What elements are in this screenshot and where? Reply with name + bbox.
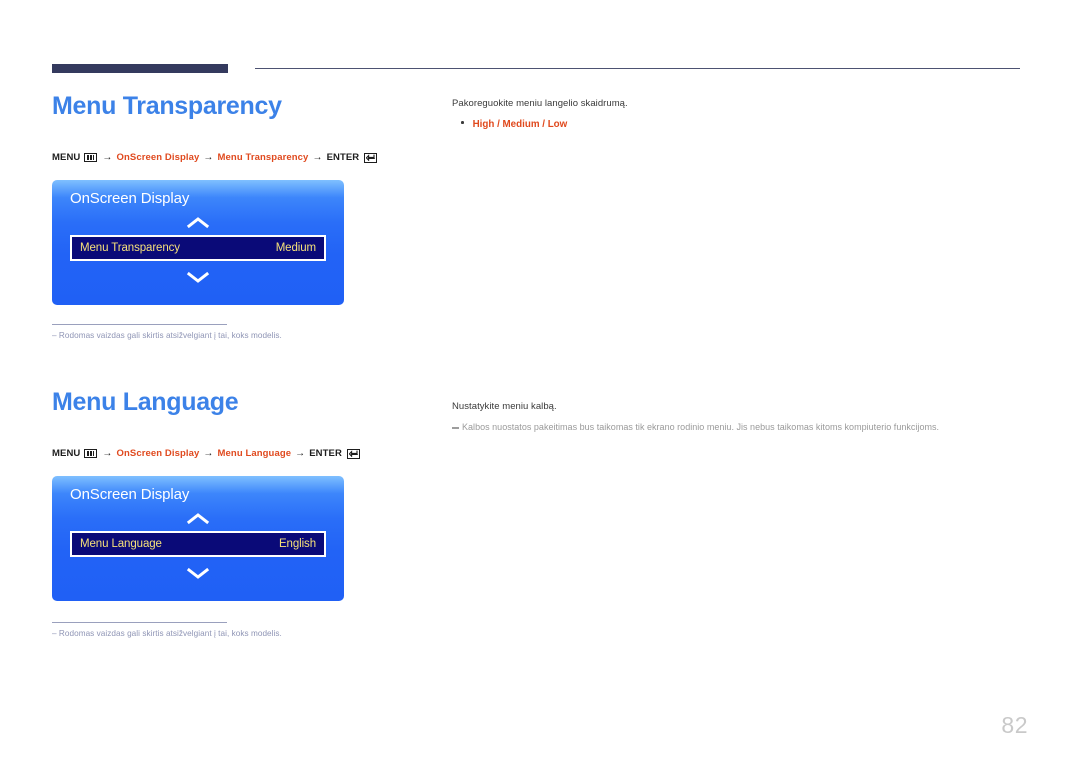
- breadcrumb-item-onscreen-display: OnScreen Display: [116, 152, 200, 163]
- footnote-transparency: ‒ Rodomas vaizdas gali skirtis atsižvelg…: [52, 324, 282, 340]
- description-text: Pakoreguokite meniu langelio skaidrumą.: [452, 98, 628, 109]
- osd-panel-transparency: OnScreen Display Menu Transparency Mediu…: [52, 180, 344, 305]
- breadcrumb-arrow-2: →: [203, 152, 214, 163]
- chevron-down-icon[interactable]: [52, 567, 344, 580]
- header-rule: [52, 64, 1020, 74]
- breadcrumb-arrow-2: →: [203, 448, 214, 459]
- right-column-transparency: Pakoreguokite meniu langelio skaidrumą. …: [452, 98, 628, 130]
- options-values: High / Medium / Low: [472, 119, 568, 130]
- note-row: Kalbos nuostatos pakeitimas bus taikomas…: [452, 422, 939, 432]
- enter-return-icon: [364, 152, 378, 163]
- footnote-rule: [52, 324, 227, 326]
- chevron-down-icon[interactable]: [52, 271, 344, 284]
- osd-row-menu-transparency[interactable]: Menu Transparency Medium: [70, 235, 326, 261]
- osd-row-menu-language[interactable]: Menu Language English: [70, 531, 326, 557]
- page-title: Menu Language: [52, 388, 239, 416]
- breadcrumb-arrow-1: →: [102, 448, 113, 459]
- menu-grid-icon: [84, 153, 98, 162]
- options-bullet: High / Medium / Low: [452, 119, 628, 130]
- osd-panel-title: OnScreen Display: [70, 486, 190, 503]
- breadcrumb: MENU → OnScreen Display → Menu Transpare…: [52, 152, 378, 163]
- description-text: Nustatykite meniu kalbą.: [452, 401, 557, 412]
- footnote-text: ‒ Rodomas vaizdas gali skirtis atsižvelg…: [52, 629, 282, 639]
- bullet-dot-icon: [461, 121, 464, 124]
- page-title: Menu Transparency: [52, 92, 282, 120]
- osd-panel-language: OnScreen Display Menu Language English: [52, 476, 344, 601]
- right-column-language: Nustatykite meniu kalbą. Kalbos nuostato…: [452, 401, 939, 432]
- breadcrumb: MENU → OnScreen Display → Menu Language …: [52, 448, 360, 459]
- breadcrumb-arrow-1: →: [102, 152, 113, 163]
- breadcrumb-enter-label: ENTER: [309, 448, 342, 459]
- footnote-text: ‒ Rodomas vaizdas gali skirtis atsižvelg…: [52, 331, 282, 341]
- osd-row-label: Menu Transparency: [80, 242, 180, 254]
- breadcrumb-menu-label: MENU: [52, 152, 81, 163]
- breadcrumb-item-menu-language: Menu Language: [217, 448, 292, 459]
- osd-panel-title: OnScreen Display: [70, 190, 190, 207]
- breadcrumb-arrow-3: →: [312, 152, 323, 163]
- breadcrumb-item-menu-transparency: Menu Transparency: [217, 152, 309, 163]
- enter-return-icon: [346, 448, 360, 459]
- breadcrumb-arrow-3: →: [295, 448, 306, 459]
- osd-row-value: English: [278, 538, 316, 550]
- breadcrumb-menu-label: MENU: [52, 448, 81, 459]
- header-rule-thin: [255, 68, 1020, 70]
- breadcrumb-item-onscreen-display: OnScreen Display: [116, 448, 200, 459]
- footnote-rule: [52, 622, 227, 624]
- page-number: 82: [1001, 712, 1028, 738]
- menu-grid-icon: [84, 449, 98, 458]
- osd-row-label: Menu Language: [80, 538, 162, 550]
- note-text: Kalbos nuostatos pakeitimas bus taikomas…: [462, 422, 940, 432]
- note-dash-icon: [452, 427, 459, 429]
- footnote-language: ‒ Rodomas vaizdas gali skirtis atsižvelg…: [52, 622, 282, 638]
- chevron-up-icon[interactable]: [52, 512, 344, 525]
- chevron-up-icon[interactable]: [52, 216, 344, 229]
- breadcrumb-enter-label: ENTER: [326, 152, 360, 163]
- header-rule-thick: [52, 64, 228, 73]
- osd-row-value: Medium: [275, 242, 316, 254]
